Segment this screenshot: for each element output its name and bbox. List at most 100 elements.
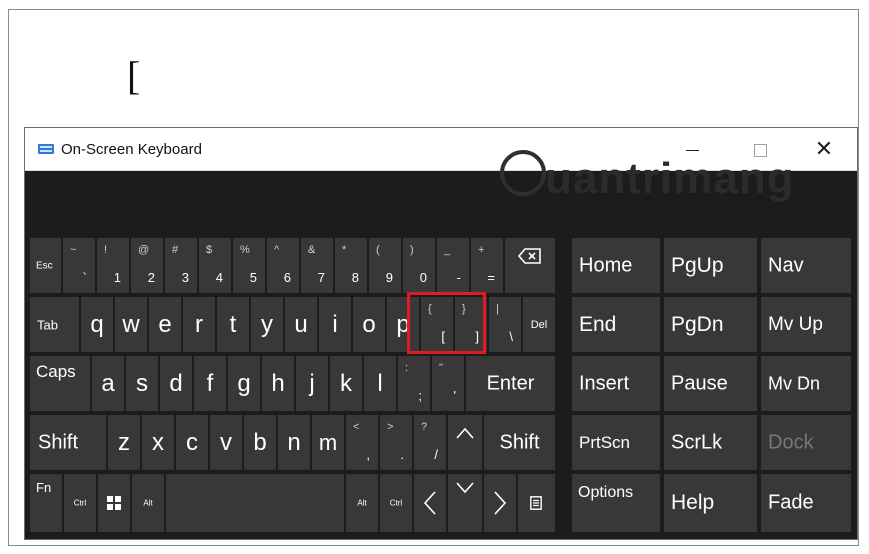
close-button[interactable]: ✕ bbox=[801, 128, 847, 170]
key-space[interactable] bbox=[166, 474, 344, 532]
key-del[interactable]: Del bbox=[523, 297, 555, 352]
key-g[interactable]: g bbox=[228, 356, 260, 411]
key-label: Alt bbox=[357, 498, 367, 508]
key-mv-up[interactable]: Mv Up bbox=[761, 297, 851, 352]
key-main-label: 6 bbox=[283, 270, 291, 285]
key-fn[interactable]: Fn bbox=[30, 474, 62, 532]
key-l[interactable]: l bbox=[364, 356, 396, 411]
key-sub-label: + bbox=[478, 244, 485, 256]
key-mv-dn[interactable]: Mv Dn bbox=[761, 356, 851, 411]
key-minus[interactable]: _ - bbox=[437, 238, 469, 293]
key-shift-right[interactable]: Shift bbox=[484, 415, 555, 470]
key-fade[interactable]: Fade bbox=[761, 474, 851, 532]
key-enter[interactable]: Enter bbox=[466, 356, 555, 411]
key-help[interactable]: Help bbox=[664, 474, 757, 532]
key-s[interactable]: s bbox=[126, 356, 158, 411]
key-8[interactable]: * 8 bbox=[335, 238, 367, 293]
key-1[interactable]: ! 1 bbox=[97, 238, 129, 293]
key-main-label: 1 bbox=[113, 270, 121, 285]
key-sub-label: @ bbox=[138, 244, 150, 256]
key-o[interactable]: o bbox=[353, 297, 385, 352]
key-label: Ctrl bbox=[73, 498, 87, 508]
key-label: ScrLk bbox=[671, 431, 723, 453]
key-backslash[interactable]: | \ bbox=[489, 297, 521, 352]
key-e[interactable]: e bbox=[149, 297, 181, 352]
key-label: w bbox=[122, 310, 140, 338]
key-y[interactable]: y bbox=[251, 297, 283, 352]
key-r[interactable]: r bbox=[183, 297, 215, 352]
key-b[interactable]: b bbox=[244, 415, 276, 470]
key-q[interactable]: q bbox=[81, 297, 113, 352]
key-alt-right[interactable]: Alt bbox=[346, 474, 378, 532]
key-sub-label: _ bbox=[444, 244, 451, 256]
key-tab[interactable]: Tab bbox=[30, 297, 79, 352]
key-left-arrow[interactable] bbox=[414, 474, 446, 532]
key-x[interactable]: x bbox=[142, 415, 174, 470]
key-windows[interactable] bbox=[98, 474, 130, 532]
key-k[interactable]: k bbox=[330, 356, 362, 411]
key-shift-left[interactable]: Shift bbox=[30, 415, 106, 470]
key-nav[interactable]: Nav bbox=[761, 238, 851, 293]
key-prtscn[interactable]: PrtScn bbox=[572, 415, 660, 470]
key-d[interactable]: d bbox=[160, 356, 192, 411]
key-pgup[interactable]: PgUp bbox=[664, 238, 757, 293]
key-home[interactable]: Home bbox=[572, 238, 660, 293]
key-c[interactable]: c bbox=[176, 415, 208, 470]
key-label: s bbox=[136, 369, 148, 397]
key-insert[interactable]: Insert bbox=[572, 356, 660, 411]
key-down-arrow[interactable] bbox=[448, 474, 482, 532]
key-sub-label: ? bbox=[421, 421, 428, 433]
key-v[interactable]: v bbox=[210, 415, 242, 470]
key-2[interactable]: @2 bbox=[131, 238, 163, 293]
key-i[interactable]: i bbox=[319, 297, 351, 352]
key-main-label: ; bbox=[418, 388, 422, 403]
key-j[interactable]: j bbox=[296, 356, 328, 411]
key-quote[interactable]: " ' bbox=[432, 356, 464, 411]
key-label: Insert bbox=[579, 372, 630, 394]
key-scrlk[interactable]: ScrLk bbox=[664, 415, 757, 470]
key-end[interactable]: End bbox=[572, 297, 660, 352]
key-m[interactable]: m bbox=[312, 415, 344, 470]
typed-text: [ bbox=[127, 53, 141, 98]
key-ctrl-left[interactable]: Ctrl bbox=[64, 474, 96, 532]
key-5[interactable]: % 5 bbox=[233, 238, 265, 293]
key-ctrl-right[interactable]: Ctrl bbox=[380, 474, 412, 532]
windows-logo-icon bbox=[107, 496, 121, 510]
key-up-arrow[interactable] bbox=[448, 415, 482, 470]
key-equals[interactable]: + = bbox=[471, 238, 503, 293]
key-period[interactable]: >. bbox=[380, 415, 412, 470]
key-tilde[interactable]: ~ ` bbox=[63, 238, 95, 293]
key-menu[interactable] bbox=[518, 474, 555, 532]
key-main-label: = bbox=[487, 270, 495, 285]
key-label: z bbox=[118, 428, 130, 456]
key-esc[interactable]: Esc bbox=[30, 238, 61, 293]
key-n[interactable]: n bbox=[278, 415, 310, 470]
key-a[interactable]: a bbox=[92, 356, 124, 411]
key-4[interactable]: $4 bbox=[199, 238, 231, 293]
key-7[interactable]: & 7 bbox=[301, 238, 333, 293]
key-comma[interactable]: <, bbox=[346, 415, 378, 470]
key-sub-label: < bbox=[353, 421, 360, 433]
key-backspace[interactable] bbox=[505, 238, 555, 293]
key-f[interactable]: f bbox=[194, 356, 226, 411]
key-label: Shift bbox=[499, 431, 540, 453]
key-z[interactable]: z bbox=[108, 415, 140, 470]
key-w[interactable]: w bbox=[115, 297, 147, 352]
key-main-label: 9 bbox=[385, 270, 393, 285]
key-0[interactable]: ) 0 bbox=[403, 238, 435, 293]
key-t[interactable]: t bbox=[217, 297, 249, 352]
key-3[interactable]: #3 bbox=[165, 238, 197, 293]
key-options[interactable]: Options bbox=[572, 474, 660, 532]
key-label: k bbox=[340, 369, 352, 397]
key-right-arrow[interactable] bbox=[484, 474, 516, 532]
key-pgdn[interactable]: PgDn bbox=[664, 297, 757, 352]
key-h[interactable]: h bbox=[262, 356, 294, 411]
key-alt-left[interactable]: Alt bbox=[132, 474, 164, 532]
key-semicolon[interactable]: :; bbox=[398, 356, 430, 411]
key-9[interactable]: (9 bbox=[369, 238, 401, 293]
key-u[interactable]: u bbox=[285, 297, 317, 352]
key-pause[interactable]: Pause bbox=[664, 356, 757, 411]
key-caps[interactable]: Caps bbox=[30, 356, 90, 411]
key-6[interactable]: ^ 6 bbox=[267, 238, 299, 293]
key-slash[interactable]: ? / bbox=[414, 415, 446, 470]
